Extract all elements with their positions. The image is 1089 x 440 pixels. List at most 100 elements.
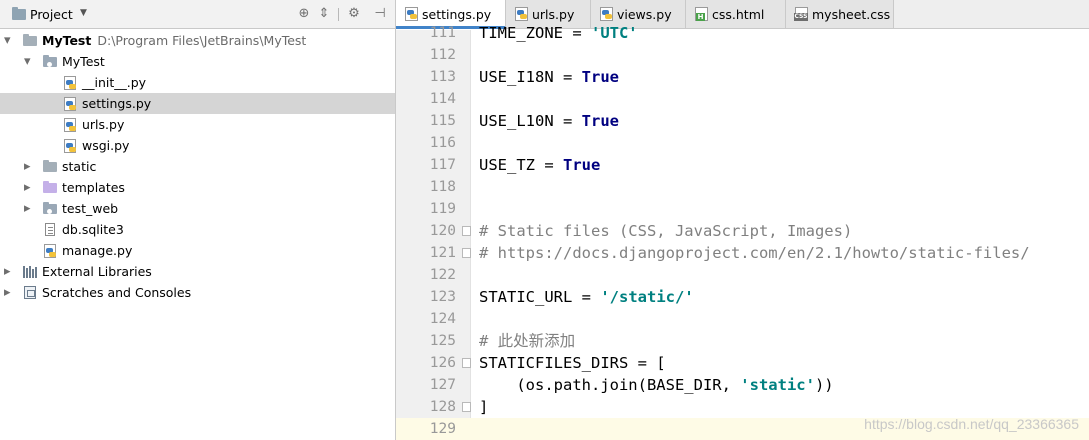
- tree-item[interactable]: ▸ test_web: [0, 198, 395, 219]
- folder-icon: [42, 159, 58, 174]
- editor-tab-label: css.html: [712, 7, 765, 22]
- templates-folder-icon: [42, 180, 58, 195]
- code-line: STATIC_URL = '/static/': [479, 288, 694, 306]
- chevron-down-icon[interactable]: ▾: [24, 54, 36, 69]
- tree-item[interactable]: urls.py: [0, 114, 395, 135]
- tree-item[interactable]: ▸ External Libraries: [0, 261, 395, 282]
- database-file-icon: [42, 222, 58, 237]
- line-number: 113: [429, 69, 456, 85]
- chevron-right-icon[interactable]: ▸: [24, 180, 36, 195]
- tree-item-label: Scratches and Consoles: [42, 285, 192, 300]
- code-line: USE_TZ = True: [479, 156, 601, 174]
- tree-item[interactable]: ▸ Scratches and Consoles: [0, 282, 395, 303]
- editor-area: settings.py urls.py views.py css.html myshee…: [396, 0, 1089, 440]
- fold-marker-icon[interactable]: [462, 248, 471, 258]
- line-number: 112: [429, 47, 456, 63]
- line-number: 120: [429, 223, 456, 239]
- code-line: ]: [479, 398, 489, 416]
- code-line: (os.path.join(BASE_DIR, 'static')): [479, 376, 834, 394]
- fold-marker-icon[interactable]: [462, 358, 471, 368]
- chevron-right-icon[interactable]: ▸: [4, 264, 16, 279]
- editor-tab-label: views.py: [617, 7, 672, 22]
- line-number: 124: [429, 311, 456, 327]
- tree-item-label: templates: [62, 180, 125, 195]
- folder-icon: [22, 33, 38, 48]
- editor-tab-label: urls.py: [532, 7, 575, 22]
- line-number: 123: [429, 289, 456, 305]
- tree-item-label: __init__.py: [82, 75, 147, 90]
- project-folder-icon: [12, 7, 26, 20]
- tree-item[interactable]: ▸ templates: [0, 177, 395, 198]
- line-number: 126: [429, 355, 456, 371]
- project-path: D:\Program Files\JetBrains\MyTest: [97, 33, 307, 48]
- gear-icon[interactable]: ⚙: [346, 6, 362, 22]
- libraries-icon: [22, 264, 38, 279]
- line-number: 129: [429, 421, 456, 437]
- code-line: # Static files (CSS, JavaScript, Images): [479, 222, 853, 240]
- tree-item[interactable]: ▾ MyTest D:\Program Files\JetBrains\MyTest: [0, 30, 395, 51]
- python-file-icon: [62, 117, 78, 132]
- locate-file-icon[interactable]: ⊕: [296, 6, 312, 22]
- toolbar-divider: [338, 8, 339, 21]
- line-number: 117: [429, 157, 456, 173]
- tree-item-label: External Libraries: [42, 264, 152, 279]
- tree-item-label: MyTest: [42, 33, 92, 48]
- python-file-icon: [62, 96, 78, 111]
- tree-item-label: manage.py: [62, 243, 133, 258]
- code-line: STATICFILES_DIRS = [: [479, 354, 666, 372]
- fold-marker-icon[interactable]: [462, 226, 471, 236]
- python-file-icon: [515, 7, 528, 21]
- line-number: 114: [429, 91, 456, 107]
- tree-item-label-group: MyTest D:\Program Files\JetBrains\MyTest: [42, 33, 306, 48]
- tree-item[interactable]: wsgi.py: [0, 135, 395, 156]
- tree-item-label: wsgi.py: [82, 138, 130, 153]
- hide-panel-icon[interactable]: ⊣: [372, 6, 388, 22]
- project-tool-window: Project ▼ ⊕ ⇕ ⚙ ⊣ ▾ MyTest D:\Program File…: [0, 0, 396, 440]
- line-number: 116: [429, 135, 456, 151]
- tree-item-label: static: [62, 159, 97, 174]
- chevron-right-icon[interactable]: ▸: [24, 201, 36, 216]
- tree-item-label: test_web: [62, 201, 119, 216]
- python-file-icon: [42, 243, 58, 258]
- tree-item-label: db.sqlite3: [62, 222, 124, 237]
- tree-item[interactable]: manage.py: [0, 240, 395, 261]
- tree-item-label: MyTest: [62, 54, 105, 69]
- html-file-icon: [695, 7, 708, 21]
- tree-item[interactable]: ▸ static: [0, 156, 395, 177]
- line-number: 111: [429, 25, 456, 41]
- chevron-right-icon[interactable]: ▸: [24, 159, 36, 174]
- line-number: 119: [429, 201, 456, 217]
- editor-tab-label: mysheet.css: [812, 7, 891, 22]
- chevron-down-icon[interactable]: ▾: [4, 33, 16, 48]
- fold-marker-icon[interactable]: [462, 402, 471, 412]
- tree-item[interactable]: db.sqlite3: [0, 219, 395, 240]
- python-file-icon: [62, 138, 78, 153]
- code-line: # 此处新添加: [479, 332, 576, 350]
- chevron-right-icon[interactable]: ▸: [4, 285, 16, 300]
- tree-item[interactable]: ▾ MyTest: [0, 51, 395, 72]
- editor-tab[interactable]: css.html: [686, 0, 786, 28]
- project-view-selector[interactable]: Project: [30, 7, 73, 22]
- collapse-all-icon[interactable]: ⇕: [316, 6, 332, 22]
- line-number: 128: [429, 399, 456, 415]
- package-folder-icon: [42, 54, 58, 69]
- python-file-icon: [600, 7, 613, 21]
- code-line: USE_L10N = True: [479, 112, 619, 130]
- watermark-text: https://blog.csdn.net/qq_23366365: [864, 416, 1079, 432]
- line-number: 121: [429, 245, 456, 261]
- line-number-gutter: 111 112 113 114 115 116 117 118 119 120 121 122 123 1…: [396, 25, 471, 440]
- package-folder-icon: [42, 201, 58, 216]
- chevron-down-icon[interactable]: ▼: [80, 8, 87, 18]
- line-number: 127: [429, 377, 456, 393]
- line-number: 115: [429, 113, 456, 129]
- line-number: 125: [429, 333, 456, 349]
- python-file-icon: [405, 7, 418, 21]
- code-editor[interactable]: TIME_ZONE = 'UTC' USE_I18N = True USE_L10N…: [471, 24, 1089, 440]
- tree-item-label: urls.py: [82, 117, 125, 132]
- editor-tab-label: settings.py: [422, 7, 492, 22]
- tree-item[interactable]: settings.py: [0, 93, 395, 114]
- code-line: # https://docs.djangoproject.com/en/2.1/…: [479, 244, 1030, 262]
- tree-item[interactable]: __init__.py: [0, 72, 395, 93]
- css-file-icon: [794, 7, 808, 21]
- editor-tab[interactable]: mysheet.css: [786, 0, 894, 28]
